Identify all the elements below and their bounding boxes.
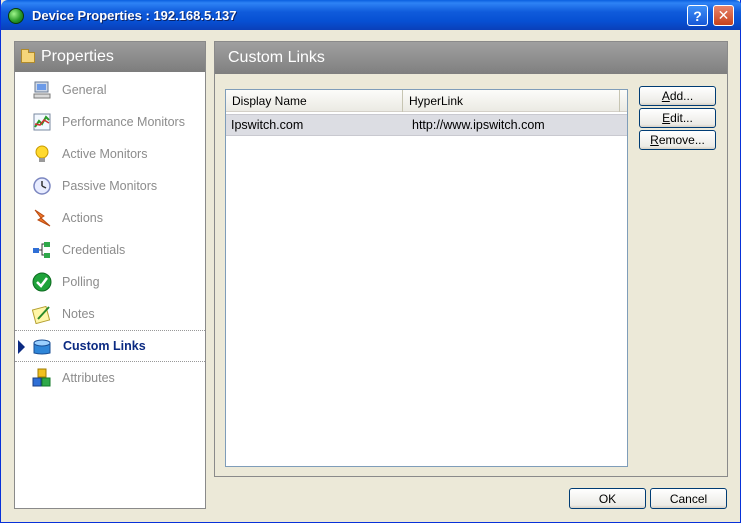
notepad-icon	[32, 305, 51, 324]
clock-icon	[33, 177, 51, 195]
column-hyperlink[interactable]: HyperLink	[403, 90, 620, 112]
table-row[interactable]: Ipswitch.com http://www.ipswitch.com	[226, 114, 627, 136]
list-header: Display Name HyperLink	[226, 90, 627, 112]
cancel-button[interactable]: Cancel	[650, 488, 727, 509]
sidebar-item-label: Credentials	[62, 243, 126, 257]
checkmark-icon	[32, 272, 52, 292]
sidebar-item-label: Notes	[62, 307, 95, 321]
properties-sidebar: Properties General Performance Monitors	[14, 41, 206, 509]
remove-button[interactable]: Remove...	[639, 130, 716, 150]
sidebar-item-attributes[interactable]: Attributes	[15, 362, 205, 394]
sidebar-item-label: Polling	[62, 275, 100, 289]
device-properties-window: Device Properties : 192.168.5.137 ? ✕ Pr…	[0, 0, 741, 523]
sidebar-header: Properties	[15, 42, 205, 72]
sidebar-item-label: Attributes	[62, 371, 115, 385]
sidebar-item-actions[interactable]: Actions	[15, 202, 205, 234]
edit-button[interactable]: Edit...	[639, 108, 716, 128]
add-button[interactable]: Add...	[639, 86, 716, 106]
column-display-name[interactable]: Display Name	[226, 90, 403, 112]
add-mnemonic: A	[661, 89, 670, 103]
remove-mnemonic: R	[650, 133, 659, 147]
cell-display-name: Ipswitch.com	[231, 118, 304, 132]
network-icon	[33, 242, 50, 258]
lightbulb-icon	[35, 145, 49, 162]
sidebar-title: Properties	[41, 48, 114, 65]
edit-mnemonic: E	[662, 111, 671, 125]
sidebar-item-active-monitors[interactable]: Active Monitors	[15, 138, 205, 170]
sidebar-item-label: General	[62, 83, 107, 97]
sidebar-item-passive-monitors[interactable]: Passive Monitors	[15, 170, 205, 202]
link-box-icon	[33, 339, 51, 355]
chart-icon	[33, 113, 51, 131]
sidebar-item-label: Custom Links	[63, 339, 146, 353]
lightning-icon	[34, 209, 51, 227]
sidebar-item-label: Passive Monitors	[62, 179, 158, 193]
edit-label: dit...	[670, 111, 693, 125]
ok-button[interactable]: OK	[569, 488, 646, 509]
custom-links-panel: Custom Links Display Name HyperLink Ipsw…	[214, 41, 728, 477]
window-title: Device Properties : 192.168.5.137	[32, 8, 237, 23]
sidebar-item-label: Active Monitors	[62, 147, 148, 161]
remove-label: emove...	[658, 133, 705, 147]
sidebar-item-notes[interactable]: Notes	[15, 298, 205, 330]
sidebar-item-label: Actions	[62, 211, 103, 225]
custom-links-list[interactable]: Display Name HyperLink Ipswitch.com http…	[225, 89, 628, 467]
sidebar-item-credentials[interactable]: Credentials	[15, 234, 205, 266]
panel-title: Custom Links	[215, 42, 727, 74]
close-button[interactable]: ✕	[713, 5, 734, 26]
title-bar[interactable]: Device Properties : 192.168.5.137 ? ✕	[1, 0, 741, 30]
cubes-icon	[32, 368, 51, 387]
folder-icon	[21, 48, 35, 63]
globe-icon	[8, 8, 24, 24]
sidebar-item-custom-links[interactable]: Custom Links	[15, 330, 205, 362]
cell-hyperlink: http://www.ipswitch.com	[412, 118, 545, 132]
sidebar-item-performance-monitors[interactable]: Performance Monitors	[15, 106, 205, 138]
computer-icon	[33, 81, 51, 99]
sidebar-item-label: Performance Monitors	[62, 115, 185, 129]
help-button[interactable]: ?	[687, 5, 708, 26]
selection-arrow-icon	[18, 340, 25, 354]
sidebar-item-polling[interactable]: Polling	[15, 266, 205, 298]
add-label: dd...	[669, 89, 694, 103]
sidebar-item-general[interactable]: General	[15, 74, 205, 106]
